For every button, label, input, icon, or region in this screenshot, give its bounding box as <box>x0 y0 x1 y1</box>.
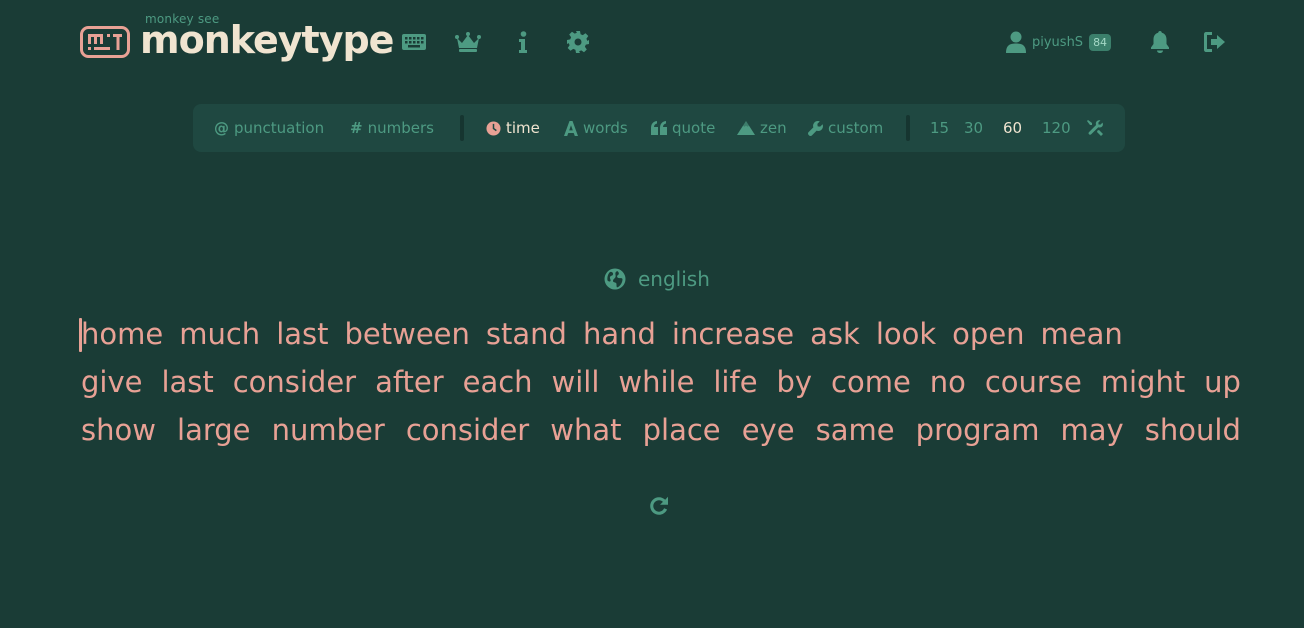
word: ask <box>810 317 860 351</box>
mode-zen-label: zen <box>760 119 787 137</box>
word-line: show large number consider what place eye same p… <box>81 406 1241 454</box>
mode-time[interactable]: time <box>486 118 540 138</box>
word: will <box>551 365 600 399</box>
mode-custom[interactable]: custom <box>808 118 883 138</box>
account-button[interactable]: piyushS 84 <box>1006 28 1112 56</box>
word: up <box>1204 365 1241 399</box>
mode-quote-label: quote <box>672 119 716 137</box>
logo[interactable]: monkey see monkeytype <box>80 10 394 70</box>
word: course <box>984 365 1082 399</box>
logo-title: monkeytype <box>140 18 394 62</box>
user-icon <box>1006 31 1026 53</box>
word: come <box>831 365 911 399</box>
word: same <box>815 413 895 447</box>
word: mean <box>1040 317 1123 351</box>
word: life <box>713 365 758 399</box>
word: show <box>81 413 156 447</box>
text-caret <box>79 318 82 352</box>
word: by <box>776 365 813 399</box>
tools-icon <box>1087 120 1103 136</box>
mode-custom-label: custom <box>828 119 884 137</box>
word: what <box>550 413 622 447</box>
level-badge: 84 <box>1089 33 1112 51</box>
crown-icon[interactable] <box>454 28 482 56</box>
word-line: home much last between stand hand increase ask l… <box>81 310 1241 358</box>
language-label: english <box>638 267 710 291</box>
word: open <box>952 317 1025 351</box>
sign-out-icon[interactable] <box>1201 28 1229 56</box>
word: home <box>81 317 164 351</box>
clock-icon <box>486 120 501 136</box>
wrench-icon <box>808 120 823 136</box>
word: look <box>875 317 937 351</box>
hash-icon: # <box>350 119 363 137</box>
word: might <box>1100 365 1186 399</box>
word: eye <box>741 413 795 447</box>
word: last <box>161 365 214 399</box>
mode-time-label: time <box>506 119 540 137</box>
word: hand <box>582 317 656 351</box>
test-config-bar: @ punctuation # numbers time words quote… <box>193 104 1125 152</box>
numbers-toggle[interactable]: # numbers <box>350 118 434 138</box>
word: may <box>1060 413 1124 447</box>
mode-words-label: words <box>583 119 628 137</box>
words-container[interactable]: home much last between stand hand increase ask l… <box>79 310 1241 454</box>
word: no <box>929 365 966 399</box>
word: large <box>177 413 251 447</box>
redo-icon <box>650 496 668 515</box>
word: give <box>81 365 143 399</box>
username: piyushS <box>1032 34 1084 50</box>
keyboard-icon[interactable] <box>400 28 428 56</box>
gear-icon[interactable] <box>564 28 592 56</box>
duration-30[interactable]: 30 <box>964 118 983 138</box>
word: last <box>276 317 329 351</box>
punctuation-label: punctuation <box>234 119 325 137</box>
numbers-label: numbers <box>367 119 434 137</box>
custom-duration-button[interactable] <box>1087 118 1103 138</box>
divider <box>460 115 464 141</box>
word: much <box>179 317 261 351</box>
duration-label: 15 <box>930 119 950 137</box>
monkeytype-logo-icon <box>80 26 130 58</box>
bell-icon[interactable] <box>1146 28 1174 56</box>
word: after <box>375 365 444 399</box>
language-button[interactable]: english <box>604 266 710 292</box>
word: program <box>915 413 1040 447</box>
mode-quote[interactable]: quote <box>651 118 715 138</box>
divider <box>906 115 910 141</box>
info-icon[interactable] <box>509 28 537 56</box>
word-line: give last consider after each will while life by… <box>81 358 1241 406</box>
word: place <box>642 413 721 447</box>
duration-60[interactable]: 60 <box>1003 118 1022 138</box>
punctuation-toggle[interactable]: @ punctuation <box>214 118 324 138</box>
mode-zen[interactable]: zen <box>737 118 787 138</box>
mode-words[interactable]: words <box>564 118 628 138</box>
word: stand <box>485 317 567 351</box>
word: between <box>344 317 470 351</box>
word: should <box>1144 413 1241 447</box>
word: consider <box>405 413 530 447</box>
font-icon <box>564 120 578 136</box>
word: while <box>618 365 695 399</box>
duration-120[interactable]: 120 <box>1042 118 1071 138</box>
at-icon: @ <box>214 119 229 137</box>
restart-button[interactable] <box>647 494 671 518</box>
word: consider <box>232 365 357 399</box>
word: each <box>462 365 533 399</box>
top-nav: monkey see monkeytype piyushS 84 <box>80 10 1230 74</box>
duration-15[interactable]: 15 <box>930 118 949 138</box>
duration-label: 30 <box>964 119 984 137</box>
duration-label: 60 <box>1003 119 1023 137</box>
word: number <box>271 413 385 447</box>
mountain-icon <box>737 121 755 135</box>
duration-label: 120 <box>1042 119 1071 137</box>
word: increase <box>671 317 795 351</box>
quote-left-icon <box>651 121 667 135</box>
globe-icon <box>604 268 626 290</box>
